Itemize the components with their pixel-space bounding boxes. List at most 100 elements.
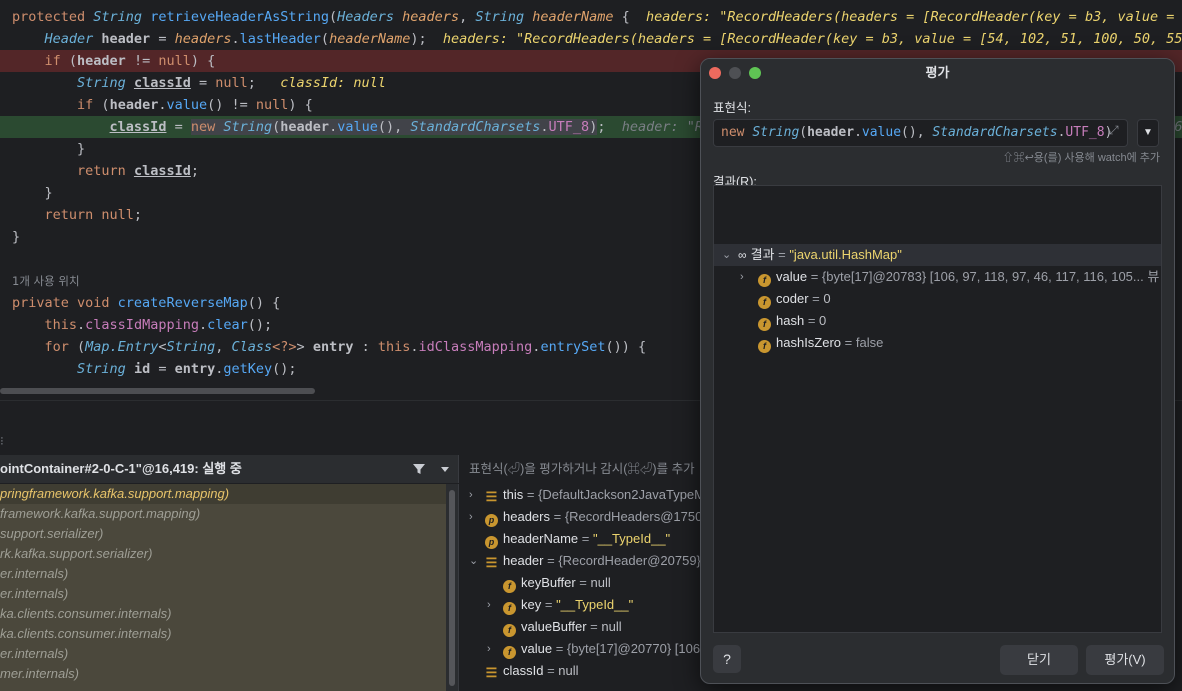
- field-name: hashIsZero: [776, 335, 842, 350]
- stack-frame[interactable]: rk.kafka.support.serializer): [0, 544, 446, 564]
- equals-sign: =: [543, 663, 559, 678]
- evaluate-hint[interactable]: 표현식(⏎)을 평가하거나 감시(⌘⏎)를 추가: [458, 455, 718, 483]
- field-icon: f: [503, 624, 516, 637]
- stack-frame[interactable]: ka.clients.consumer.internals): [0, 624, 446, 644]
- code-token: entry: [174, 361, 216, 377]
- code-token: String: [77, 75, 134, 91]
- variable-value: {RecordHeader@20759}: [558, 553, 701, 568]
- variable-value: null: [601, 619, 622, 634]
- close-button[interactable]: 닫기: [1000, 645, 1078, 675]
- result-tree[interactable]: ⌄ ∞ 결과 = "java.util.HashMap" › f value = {byt…: [713, 185, 1162, 633]
- field-icon: f: [758, 296, 771, 309]
- expand-icon[interactable]: ⤢: [1109, 123, 1125, 139]
- variable-row[interactable]: › f value = {byte[17]@20770} [106: [459, 638, 718, 660]
- thread-selector[interactable]: ointContainer#2-0-C-1"@16,419: 실행 중: [0, 455, 458, 483]
- parameter-icon: p: [485, 514, 498, 527]
- code-token: }: [12, 141, 86, 157]
- chevron-right-icon[interactable]: ›: [740, 266, 744, 288]
- variable-row[interactable]: › ☰ this = {DefaultJackson2JavaTypeMapper@…: [459, 484, 718, 506]
- help-button[interactable]: ?: [713, 645, 741, 673]
- history-dropdown-button[interactable]: ▼: [1137, 119, 1159, 147]
- code-token: String: [223, 119, 273, 135]
- close-window-button[interactable]: [709, 67, 721, 79]
- expression-token: String: [752, 125, 800, 140]
- result-field-content: f coder = 0: [758, 288, 831, 310]
- maximize-window-button[interactable]: [749, 67, 761, 79]
- code-token: (),: [377, 119, 411, 135]
- frames-scrollbar[interactable]: [449, 490, 455, 686]
- variable-row[interactable]: f valueBuffer = null: [459, 616, 718, 638]
- code-token: header: [109, 97, 159, 113]
- code-token: ,: [459, 9, 476, 25]
- stack-frame[interactable]: support.serializer): [0, 524, 446, 544]
- code-token: headers: [174, 31, 232, 47]
- variable-row[interactable]: › p headers = {RecordHeaders@17508}: [459, 506, 718, 528]
- result-root-content: ∞ 결과 = "java.util.HashMap": [738, 244, 902, 266]
- variable-content: p headerName = "__TypeId__": [485, 528, 670, 550]
- object-icon: ☰: [485, 489, 498, 504]
- equals-sign: =: [807, 269, 822, 284]
- field-name: hash: [776, 313, 805, 328]
- stack-frame[interactable]: pringframework.kafka.support.mapping): [0, 484, 446, 504]
- code-token: .: [77, 317, 86, 333]
- stack-frame[interactable]: mer.internals): [0, 664, 446, 684]
- chevron-right-icon[interactable]: ›: [487, 638, 497, 660]
- minimize-window-button[interactable]: [729, 67, 741, 79]
- code-token: value: [166, 97, 208, 113]
- stack-frame[interactable]: er.internals): [0, 584, 446, 604]
- variable-row[interactable]: f keyBuffer = null: [459, 572, 718, 594]
- frames-list[interactable]: pringframework.kafka.support.mapping) fra…: [0, 484, 446, 691]
- code-token: return: [77, 163, 134, 179]
- expression-token: UTF_8: [1065, 125, 1105, 140]
- code-token: idClassMapping: [418, 339, 533, 355]
- field-value: {byte[17]@20783} [106, 97, 118, 97, 46, …: [821, 269, 1160, 284]
- stack-frame[interactable]: framework.kafka.support.mapping): [0, 504, 446, 524]
- variable-row[interactable]: ☰ classId = null: [459, 660, 718, 682]
- code-token: }: [12, 229, 21, 245]
- chevron-down-icon[interactable]: ⌄: [469, 550, 479, 572]
- code-token: :: [353, 339, 378, 355]
- add-watch-hint: ⇧⌘↩용(를) 사용해 watch에 추가: [1002, 152, 1160, 164]
- expression-input[interactable]: new String(header.value(), StandardChars…: [713, 119, 1128, 147]
- code-token: =: [150, 361, 175, 377]
- dialog-titlebar[interactable]: 평가: [701, 59, 1174, 87]
- stack-frame[interactable]: er.internals): [0, 564, 446, 584]
- stack-frame[interactable]: er.internals): [0, 644, 446, 664]
- result-field-row[interactable]: f hash = 0: [714, 310, 1161, 332]
- variable-row[interactable]: › f key = "__TypeId__": [459, 594, 718, 616]
- variable-row[interactable]: ⌄ ☰ header = {RecordHeader@20759}: [459, 550, 718, 572]
- filter-icon[interactable]: [412, 462, 426, 476]
- result-field-row[interactable]: f coder = 0: [714, 288, 1161, 310]
- code-token: value: [337, 119, 378, 135]
- code-token: (: [101, 97, 110, 113]
- variable-row[interactable]: p headerName = "__TypeId__": [459, 528, 718, 550]
- chevron-right-icon[interactable]: ›: [469, 484, 479, 506]
- chevron-right-icon[interactable]: ›: [469, 506, 479, 528]
- chevron-right-icon[interactable]: ›: [487, 594, 497, 616]
- stack-frame[interactable]: ka.clients.consumer.internals): [0, 604, 446, 624]
- field-value: 0: [819, 313, 827, 328]
- code-token: String: [77, 361, 134, 377]
- more-icon[interactable]: ⁝: [0, 434, 10, 448]
- object-icon: ☰: [485, 555, 498, 570]
- result-field-row[interactable]: › f value = {byte[17]@20783} [106, 97, 118…: [714, 266, 1161, 288]
- evaluate-button[interactable]: 평가(V): [1086, 645, 1164, 675]
- variable-name: header: [503, 553, 544, 568]
- variable-content: p headers = {RecordHeaders@17508}: [485, 506, 714, 528]
- result-field-row[interactable]: f hashIsZero = false: [714, 332, 1161, 354]
- result-root-row[interactable]: ⌄ ∞ 결과 = "java.util.HashMap": [714, 244, 1161, 266]
- code-line[interactable]: protected String retrieveHeaderAsString(…: [0, 6, 1182, 28]
- equals-sign: =: [549, 509, 565, 524]
- chevron-down-icon[interactable]: ⌄: [722, 244, 731, 266]
- code-token: ;: [190, 163, 199, 179]
- object-icon: ☰: [485, 665, 498, 680]
- chevron-down-icon[interactable]: [438, 462, 452, 476]
- code-token: ,: [215, 339, 232, 355]
- variable-content: f value = {byte[17]@20770} [106: [503, 638, 700, 660]
- field-icon: f: [758, 318, 771, 331]
- editor-horizontal-scrollbar[interactable]: [0, 388, 315, 394]
- code-line[interactable]: Header header = headers.lastHeader(heade…: [0, 28, 1182, 50]
- variable-name: headers: [503, 509, 550, 524]
- variables-tree[interactable]: › ☰ this = {DefaultJackson2JavaTypeMapper@…: [458, 484, 718, 691]
